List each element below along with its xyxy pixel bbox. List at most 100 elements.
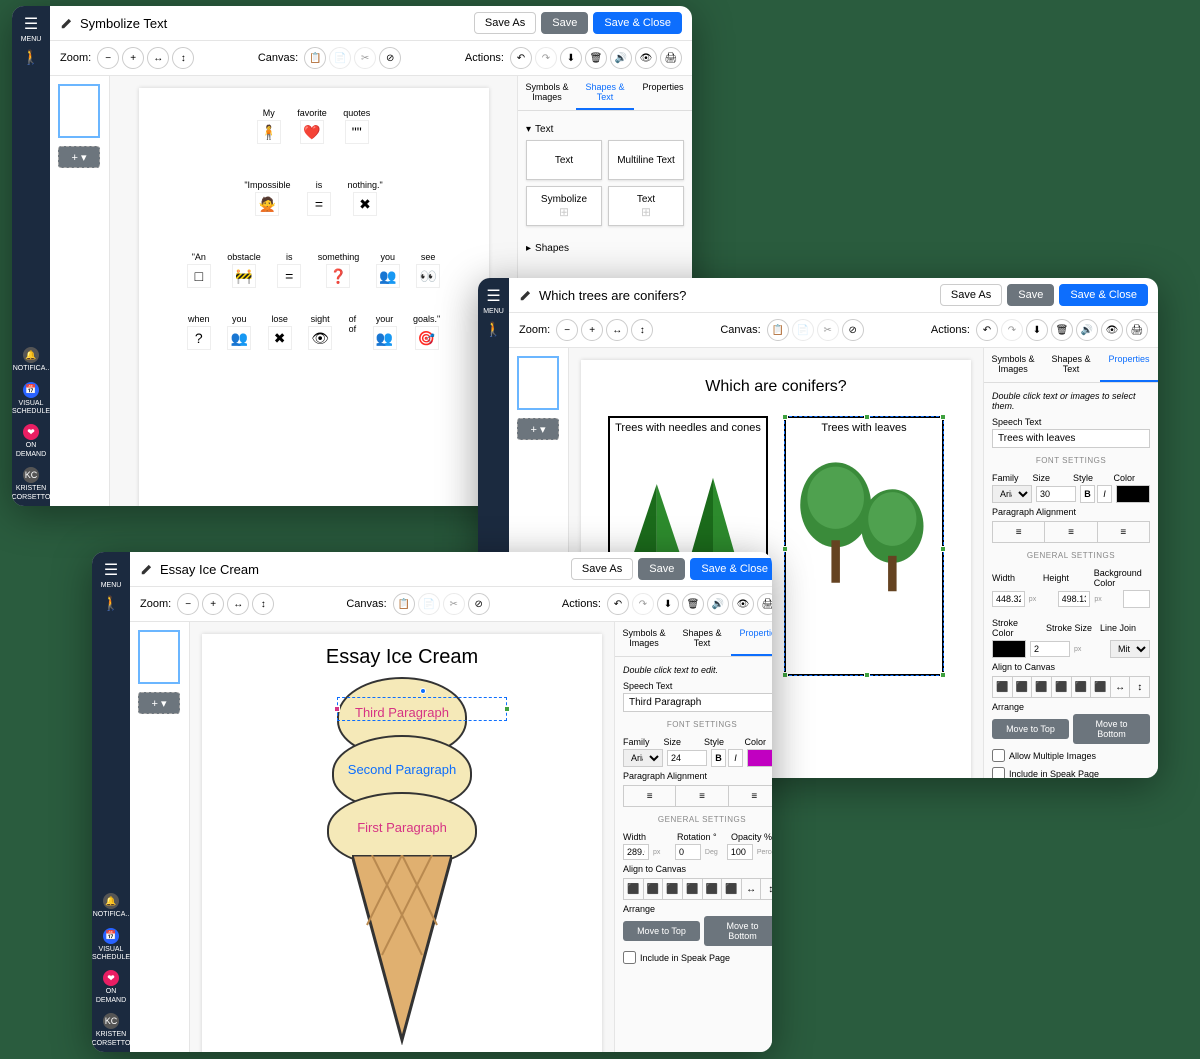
box-leaves[interactable]: Trees with leaves — [784, 416, 944, 676]
sidebar-notifications[interactable]: 🔔NOTIFICA.. — [93, 893, 130, 919]
move-bottom-button[interactable]: Move to Bottom — [704, 916, 772, 946]
add-page-button[interactable]: + ▾ — [58, 146, 100, 168]
person-icon[interactable]: 🚶 — [102, 595, 119, 612]
canvas[interactable]: Essay Ice Cream Third Paragraph Second P… — [190, 622, 614, 1052]
save-button[interactable]: Save — [1007, 284, 1054, 306]
fit-height-icon[interactable]: ↕ — [631, 319, 653, 341]
italic-button[interactable]: I — [1097, 485, 1112, 503]
width-input[interactable] — [992, 591, 1025, 607]
person-icon[interactable]: 🚶 — [485, 321, 502, 338]
sidebar-visual-schedule[interactable]: 📅VISUAL SCHEDULE — [92, 928, 130, 963]
download-icon[interactable]: ⬇ — [657, 593, 679, 615]
copy-icon[interactable]: 📋 — [393, 593, 415, 615]
move-top-button[interactable]: Move to Top — [992, 719, 1069, 739]
bold-button[interactable]: B — [711, 749, 726, 767]
width-input[interactable] — [623, 844, 649, 860]
zoom-out-icon[interactable]: − — [177, 593, 199, 615]
insert-text[interactable]: Text — [526, 140, 602, 180]
delete-icon[interactable]: 🗑 — [585, 47, 607, 69]
fit-height-icon[interactable]: ↕ — [252, 593, 274, 615]
cancel-icon[interactable]: ⊘ — [468, 593, 490, 615]
tab-properties[interactable]: Properties — [634, 76, 692, 110]
delete-icon[interactable]: 🗑 — [1051, 319, 1073, 341]
paragraph-align[interactable]: ≡≡≡ — [623, 785, 772, 807]
page-thumbnail[interactable] — [517, 356, 559, 410]
font-family-select[interactable]: Arial — [992, 485, 1032, 503]
font-size-input[interactable] — [1036, 486, 1076, 502]
save-as-button[interactable]: Save As — [571, 558, 633, 580]
copy-icon[interactable]: 📋 — [767, 319, 789, 341]
sidebar-user[interactable]: KCKRISTEN CORSETTO — [92, 1013, 130, 1048]
align-canvas-row[interactable]: ⬛⬛⬛⬛⬛⬛↔↕ — [992, 676, 1150, 698]
bold-button[interactable]: B — [1080, 485, 1095, 503]
tab-shapes[interactable]: Shapes & Text — [1042, 348, 1100, 382]
opacity-input[interactable] — [727, 844, 753, 860]
paragraph-align[interactable]: ≡≡≡ — [992, 521, 1150, 543]
download-icon[interactable]: ⬇ — [1026, 319, 1048, 341]
speech-text-input[interactable] — [623, 693, 772, 712]
sound-icon[interactable]: 🔊 — [707, 593, 729, 615]
sidebar-visual-schedule[interactable]: 📅VISUAL SCHEDULE — [12, 382, 50, 417]
download-icon[interactable]: ⬇ — [560, 47, 582, 69]
rotation-input[interactable] — [675, 844, 701, 860]
zoom-in-icon[interactable]: + — [122, 47, 144, 69]
page-thumbnail[interactable] — [138, 630, 180, 684]
undo-icon[interactable]: ↶ — [976, 319, 998, 341]
page-thumbnail[interactable] — [58, 84, 100, 138]
tab-symbols[interactable]: Symbols & Images — [615, 622, 673, 656]
tab-properties[interactable]: Properties — [1100, 348, 1158, 382]
view-icon[interactable]: 👁 — [635, 47, 657, 69]
sound-icon[interactable]: 🔊 — [610, 47, 632, 69]
include-speak-check[interactable]: Include in Speak Page — [992, 767, 1150, 778]
cancel-icon[interactable]: ⊘ — [379, 47, 401, 69]
cancel-icon[interactable]: ⊘ — [842, 319, 864, 341]
save-as-button[interactable]: Save As — [474, 12, 536, 34]
person-icon[interactable]: 🚶 — [22, 49, 39, 66]
include-speak-check[interactable]: Include in Speak Page — [623, 951, 772, 964]
bg-color-swatch[interactable] — [1123, 590, 1150, 608]
font-size-input[interactable] — [667, 750, 707, 766]
add-page-button[interactable]: + ▾ — [517, 418, 559, 440]
edit-icon[interactable] — [140, 562, 154, 576]
insert-symbolize[interactable]: Symbolize⊞ — [526, 186, 602, 226]
sound-icon[interactable]: 🔊 — [1076, 319, 1098, 341]
fit-width-icon[interactable]: ↔ — [227, 593, 249, 615]
section-shapes[interactable]: ▸ Shapes — [526, 238, 684, 259]
section-text[interactable]: ▾ Text — [526, 119, 684, 140]
move-bottom-button[interactable]: Move to Bottom — [1073, 714, 1150, 744]
canvas[interactable]: My🧍 favorite❤️ quotes"" "Impossible🙅 is=… — [110, 76, 517, 506]
sidebar-on-demand[interactable]: ❤ON DEMAND — [92, 970, 130, 1005]
undo-icon[interactable]: ↶ — [510, 47, 532, 69]
insert-multiline[interactable]: Multiline Text — [608, 140, 684, 180]
tab-shapes[interactable]: Shapes & Text — [576, 76, 634, 110]
sidebar-user[interactable]: KCKRISTEN CORSETTO — [12, 467, 50, 502]
view-icon[interactable]: 👁 — [1101, 319, 1123, 341]
italic-button[interactable]: I — [728, 749, 743, 767]
zoom-in-icon[interactable]: + — [202, 593, 224, 615]
stroke-size-input[interactable] — [1030, 641, 1070, 657]
zoom-out-icon[interactable]: − — [556, 319, 578, 341]
stroke-color-swatch[interactable] — [992, 640, 1026, 658]
text-p2[interactable]: Second Paragraph — [322, 762, 482, 777]
font-color-swatch[interactable] — [1116, 485, 1150, 503]
tab-properties[interactable]: Properties — [731, 622, 772, 656]
zoom-in-icon[interactable]: + — [581, 319, 603, 341]
fit-height-icon[interactable]: ↕ — [172, 47, 194, 69]
view-icon[interactable]: 👁 — [732, 593, 754, 615]
sidebar-notifications[interactable]: 🔔NOTIFICA.. — [13, 347, 50, 373]
menu-icon[interactable]: ☰ — [24, 14, 38, 34]
print-icon[interactable]: 🖨 — [660, 47, 682, 69]
edit-icon[interactable] — [60, 16, 74, 30]
print-icon[interactable]: 🖨 — [1126, 319, 1148, 341]
tab-symbols[interactable]: Symbols & Images — [984, 348, 1042, 382]
text-p3[interactable]: Third Paragraph — [322, 705, 482, 720]
allow-multi-check[interactable]: Allow Multiple Images — [992, 749, 1150, 762]
fit-width-icon[interactable]: ↔ — [606, 319, 628, 341]
tab-symbols[interactable]: Symbols & Images — [518, 76, 576, 110]
print-icon[interactable]: 🖨 — [757, 593, 772, 615]
save-close-button[interactable]: Save & Close — [690, 558, 772, 580]
zoom-out-icon[interactable]: − — [97, 47, 119, 69]
tab-shapes[interactable]: Shapes & Text — [673, 622, 731, 656]
font-family-select[interactable]: Arial — [623, 749, 663, 767]
save-close-button[interactable]: Save & Close — [593, 12, 682, 34]
